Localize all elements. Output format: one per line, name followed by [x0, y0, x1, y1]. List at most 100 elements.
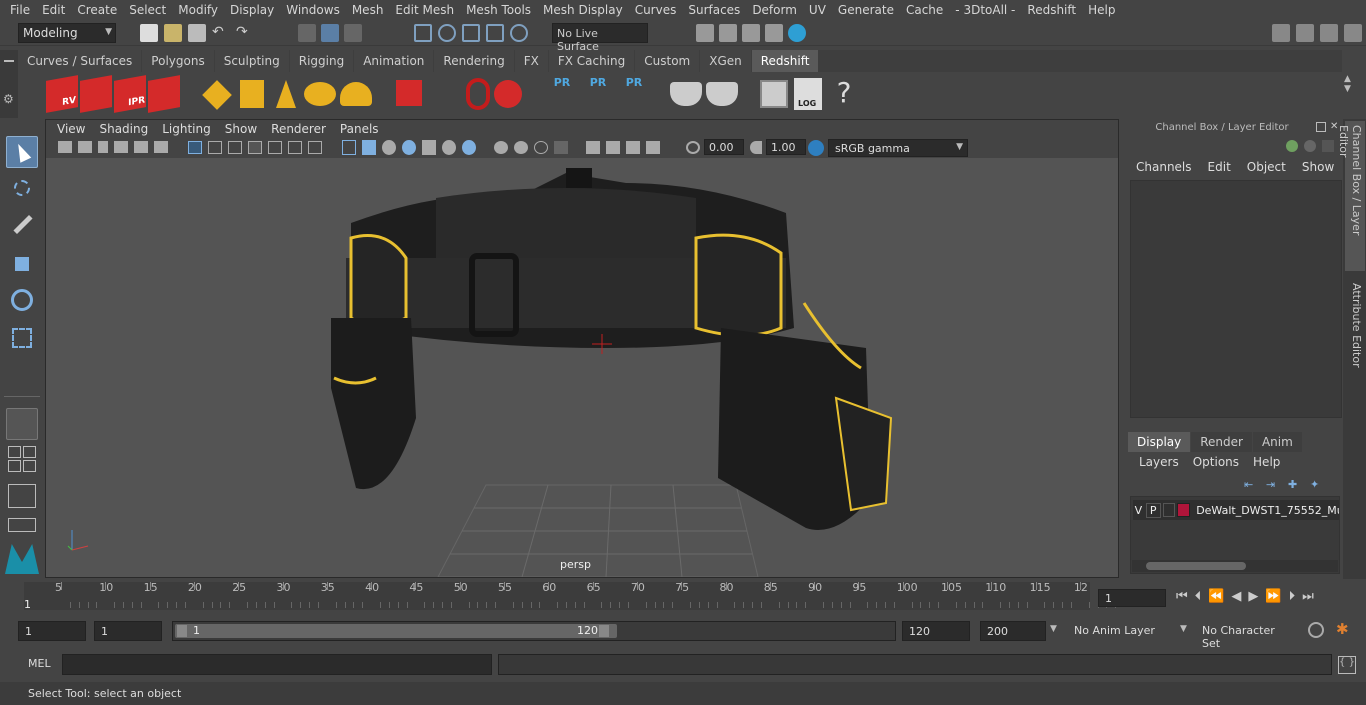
grid-icon[interactable] [188, 141, 202, 154]
menu-windows[interactable]: Windows [280, 3, 346, 17]
menu-mesh[interactable]: Mesh [346, 3, 390, 17]
channel-box-menu-edit[interactable]: Edit [1200, 160, 1239, 178]
scale-tool-icon[interactable] [6, 322, 38, 354]
command-input[interactable] [62, 654, 492, 675]
help-icon[interactable]: ? [832, 76, 856, 112]
step-back-key-icon[interactable]: ⏪ [1208, 589, 1224, 604]
step-back-icon[interactable]: ⏴ [1195, 589, 1202, 604]
move-layer-up-icon[interactable]: ⇤ [1244, 478, 1258, 491]
exposure-field[interactable]: 0.00 [704, 139, 744, 155]
shelf-tab-rendering[interactable]: Rendering [434, 50, 514, 72]
rs-code-icon[interactable] [760, 80, 788, 108]
select-hierarchy-icon[interactable] [298, 24, 316, 42]
colorspace-select[interactable]: sRGB gamma ▼ [828, 139, 968, 157]
rotate-tool-icon[interactable] [6, 284, 38, 316]
shelf-tab-curves-surfaces[interactable]: Curves / Surfaces [18, 50, 142, 72]
menu-redshift[interactable]: Redshift [1021, 3, 1082, 17]
menu-surfaces[interactable]: Surfaces [682, 3, 746, 17]
shelf-scroll[interactable]: ▲ ▼ [1344, 74, 1358, 110]
camera-icon[interactable] [58, 141, 72, 153]
anim-layer-select[interactable]: No Anim Layer [1068, 621, 1178, 641]
depth-of-field-icon[interactable] [554, 141, 568, 154]
auto-key-icon[interactable] [1308, 622, 1324, 638]
menu-curves[interactable]: Curves [629, 3, 683, 17]
menu-edit-mesh[interactable]: Edit Mesh [389, 3, 460, 17]
use-default-material-icon[interactable] [382, 140, 396, 155]
rs-portal-light-icon[interactable] [240, 80, 264, 108]
shelf-tab-xgen[interactable]: XGen [700, 50, 751, 72]
move-tool-icon[interactable] [6, 248, 38, 280]
redo-icon[interactable]: ↷ [236, 24, 254, 42]
select-object-icon[interactable] [321, 24, 339, 42]
character-set-select[interactable]: No Character Set [1196, 621, 1300, 650]
layer-tab-render[interactable]: Render [1191, 432, 1252, 452]
smooth-shade-icon[interactable] [362, 140, 376, 155]
snap-surface-icon[interactable] [510, 24, 528, 42]
layer-tab-display[interactable]: Display [1128, 432, 1191, 452]
shelf-tab-fx[interactable]: FX [514, 50, 548, 72]
range-slider-handle[interactable] [175, 624, 617, 638]
snap-curve-icon[interactable] [438, 24, 456, 42]
go-to-start-icon[interactable]: ⏮ [1176, 589, 1188, 604]
paint-select-tool-icon[interactable] [6, 210, 38, 242]
chevron-down-icon[interactable]: ▼ [1050, 624, 1057, 634]
ipr-render-icon[interactable] [742, 24, 760, 42]
field-chart-icon[interactable] [268, 141, 282, 154]
motion-blur-icon[interactable] [514, 141, 528, 154]
menu-cache[interactable]: Cache [900, 3, 949, 17]
rs-settings-icon[interactable] [148, 75, 180, 113]
render-current-icon[interactable] [719, 24, 737, 42]
chevron-down-icon[interactable]: ▼ [1180, 624, 1187, 634]
image-plane-icon[interactable] [114, 141, 128, 153]
menu-mesh-tools[interactable]: Mesh Tools [460, 3, 537, 17]
gear-icon[interactable]: ⚙ [3, 92, 14, 106]
snap-view-icon[interactable] [486, 24, 504, 42]
menu-3dtoall[interactable]: - 3DtoAll - [949, 3, 1021, 17]
rs-pr-swap-icon[interactable]: PR [622, 76, 646, 112]
animation-end-field[interactable]: 200 [980, 621, 1046, 641]
mode-selector[interactable]: Modeling ▼ [18, 23, 116, 43]
rs-pr-export-icon[interactable]: PR [586, 76, 610, 112]
open-scene-icon[interactable] [164, 24, 182, 42]
rs-volume-icon[interactable] [466, 78, 490, 110]
move-layer-down-icon[interactable]: ⇥ [1266, 478, 1280, 491]
rs-bake-set-icon[interactable] [706, 82, 738, 106]
layer-row[interactable]: V P DeWalt_DWST1_75552_Multi [1133, 500, 1339, 520]
playback-start-field[interactable]: 1 [94, 621, 162, 641]
layout-single-icon[interactable] [8, 446, 21, 458]
layout-two-icon[interactable] [8, 460, 21, 472]
menu-help[interactable]: Help [1082, 3, 1121, 17]
render-settings-icon[interactable] [765, 24, 783, 42]
menu-mesh-display[interactable]: Mesh Display [537, 3, 629, 17]
lights-icon[interactable] [442, 140, 456, 155]
rs-dome-light-icon[interactable] [304, 82, 336, 106]
layer-visibility-toggle[interactable]: V [1133, 504, 1144, 517]
layer-reference-toggle[interactable] [1162, 503, 1176, 517]
color-management-icon[interactable] [808, 140, 824, 156]
range-end-grip[interactable] [599, 625, 609, 637]
layout-outliner-icon[interactable] [23, 460, 36, 472]
anti-aliasing-icon[interactable] [534, 141, 548, 154]
float-panel-icon[interactable] [1316, 122, 1326, 132]
xray-icon[interactable] [422, 140, 436, 155]
film-gate-icon[interactable] [208, 141, 222, 154]
layout-four-icon[interactable] [23, 446, 36, 458]
xray-joints-icon[interactable] [606, 141, 620, 154]
channel-list[interactable] [1130, 180, 1342, 418]
rs-ipr-icon[interactable]: IPR [114, 75, 146, 113]
rs-log-icon[interactable]: LOG [794, 78, 822, 110]
snap-grid-icon[interactable] [414, 24, 432, 42]
channel-lock-icon[interactable] [1304, 140, 1316, 152]
step-forward-icon[interactable]: ⏵ [1289, 589, 1296, 604]
script-editor-icon[interactable]: { } [1338, 656, 1356, 674]
bookmark-icon[interactable] [98, 141, 108, 153]
menu-modify[interactable]: Modify [172, 3, 224, 17]
rs-spot-light-icon[interactable] [276, 80, 296, 108]
live-surface-field[interactable]: No Live Surface [552, 23, 648, 53]
rs-proxy-icon[interactable] [396, 80, 422, 106]
rs-pr-cube-icon[interactable]: PR [550, 76, 574, 112]
viewport-menu-show[interactable]: Show [218, 122, 264, 136]
menu-select[interactable]: Select [123, 3, 172, 17]
save-scene-icon[interactable] [188, 24, 206, 42]
ambient-occlusion-icon[interactable] [494, 141, 508, 154]
